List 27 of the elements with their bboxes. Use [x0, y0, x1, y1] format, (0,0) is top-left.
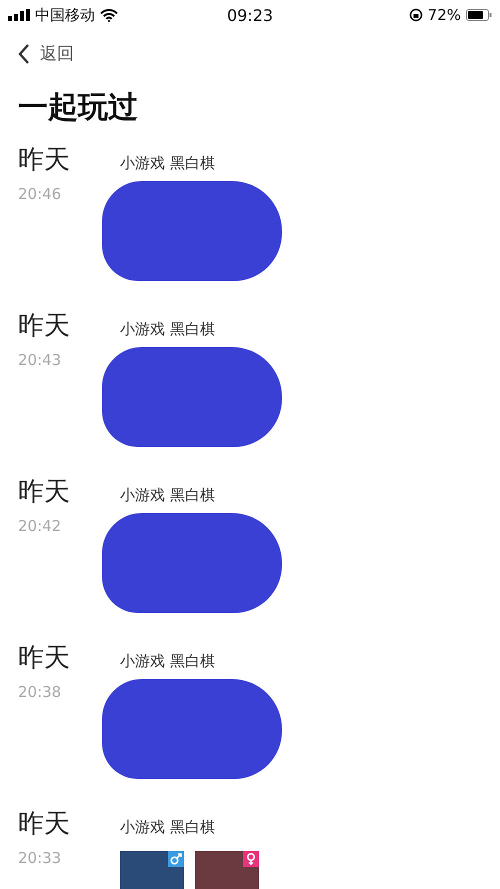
rotation-lock-icon: [408, 8, 423, 22]
entry-day: 昨天: [18, 308, 120, 343]
page-title: 一起玩过: [18, 89, 139, 127]
entry-day: 昨天: [18, 142, 120, 177]
entry-time: 20:38: [18, 683, 62, 701]
battery-icon: [466, 9, 492, 21]
entry-time: 20:33: [18, 849, 62, 867]
battery-percent: 72%: [428, 6, 461, 24]
back-button[interactable]: 返回: [18, 42, 74, 65]
entry-day: 昨天: [18, 806, 120, 841]
gender-badge-icon: [243, 851, 259, 867]
wifi-icon: [100, 8, 118, 22]
game-name: 小游戏 黑白棋: [120, 486, 216, 505]
game-name: 小游戏 黑白棋: [120, 818, 216, 837]
clock-time: 09:23: [226, 6, 274, 24]
game-name: 小游戏 黑白棋: [120, 154, 216, 173]
game-name: 小游戏 黑白棋: [120, 320, 216, 339]
gender-badge-icon: [168, 851, 184, 867]
entry-time: 20:43: [18, 351, 62, 369]
carrier-name: 中国移动: [35, 6, 95, 24]
entry-day: 昨天: [18, 640, 120, 675]
entry-day: 昨天: [18, 474, 120, 509]
signal-icon: [8, 9, 30, 21]
entry-time: 20:46: [18, 185, 62, 203]
entry-time: 20:42: [18, 517, 62, 535]
chevron-left-icon: [18, 42, 30, 64]
game-name: 小游戏 黑白棋: [120, 652, 216, 671]
